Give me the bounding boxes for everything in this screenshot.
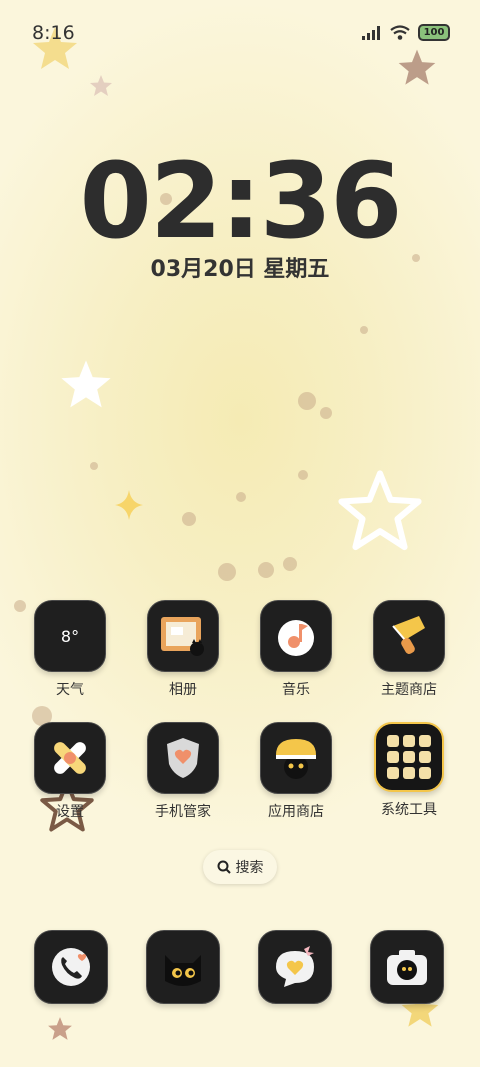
mini-app-icon <box>387 735 399 747</box>
app-label: 天气 <box>56 682 84 698</box>
app-gallery[interactable]: 相册 <box>128 600 238 699</box>
mini-app-icon <box>403 767 415 779</box>
star-decoration <box>48 1017 72 1040</box>
app-store-icon <box>260 722 332 794</box>
dust-dot <box>320 407 332 419</box>
mini-app-icon <box>387 767 399 779</box>
gallery-icon <box>147 600 219 672</box>
lock-clock[interactable]: 02:36 <box>0 140 480 262</box>
weather-temperature: 8° <box>60 626 80 646</box>
app-settings[interactable]: 设置 <box>15 722 125 821</box>
black-cat-icon <box>146 930 220 1004</box>
dust-dot <box>236 492 246 502</box>
app-label: 相册 <box>169 682 197 698</box>
search-label: 搜索 <box>235 860 264 876</box>
music-icon <box>260 600 332 672</box>
dock-camera[interactable] <box>352 930 462 1004</box>
mini-app-icon <box>419 767 431 779</box>
dock-cat-app[interactable] <box>128 930 238 1004</box>
sparkle-decoration <box>115 490 143 520</box>
status-bar: 8:16 100 <box>0 0 480 60</box>
app-store[interactable]: 应用商店 <box>241 722 351 821</box>
mini-app-icon <box>403 751 415 763</box>
dock-messages[interactable] <box>240 930 350 1004</box>
weather-icon: 8° <box>34 600 106 672</box>
mini-app-icon <box>403 735 415 747</box>
theme-store-icon <box>373 600 445 672</box>
dust-dot <box>298 470 308 480</box>
folder-system-tools[interactable]: 系统工具 <box>354 722 464 819</box>
app-theme-store[interactable]: 主题商店 <box>354 600 464 699</box>
star-decoration <box>61 360 111 408</box>
dust-dot <box>283 557 297 571</box>
system-tools-folder-icon <box>374 722 444 792</box>
signal-icon <box>362 25 380 40</box>
dust-dot <box>298 392 316 410</box>
star-decoration <box>90 75 112 96</box>
dock-phone[interactable] <box>16 930 126 1004</box>
app-label: 音乐 <box>282 682 310 698</box>
dust-dot <box>360 326 368 334</box>
search-icon <box>217 860 231 874</box>
camera-icon <box>370 930 444 1004</box>
dust-dot <box>258 562 274 578</box>
mini-app-icon <box>419 751 431 763</box>
mini-app-icon <box>419 735 431 747</box>
phone-icon <box>34 930 108 1004</box>
security-icon <box>147 722 219 794</box>
app-weather[interactable]: 8° 天气 <box>15 600 125 699</box>
dust-dot <box>182 512 196 526</box>
app-label: 应用商店 <box>268 804 324 820</box>
app-label: 设置 <box>56 804 84 820</box>
wifi-icon <box>390 25 410 40</box>
app-security[interactable]: 手机管家 <box>128 722 238 821</box>
dust-dot <box>90 462 98 470</box>
dust-dot <box>218 563 236 581</box>
status-icons: 100 <box>362 24 450 41</box>
app-label: 主题商店 <box>381 682 437 698</box>
app-label: 系统工具 <box>381 802 437 818</box>
mini-app-icon <box>387 751 399 763</box>
settings-icon <box>34 722 106 794</box>
status-time: 8:16 <box>32 22 75 44</box>
search-button[interactable]: 搜索 <box>203 850 277 884</box>
app-music[interactable]: 音乐 <box>241 600 351 699</box>
star-decoration <box>338 470 422 551</box>
messages-icon <box>258 930 332 1004</box>
app-label: 手机管家 <box>155 804 211 820</box>
lock-date[interactable]: 03月20日 星期五 <box>0 251 480 283</box>
battery-indicator: 100 <box>418 24 450 41</box>
